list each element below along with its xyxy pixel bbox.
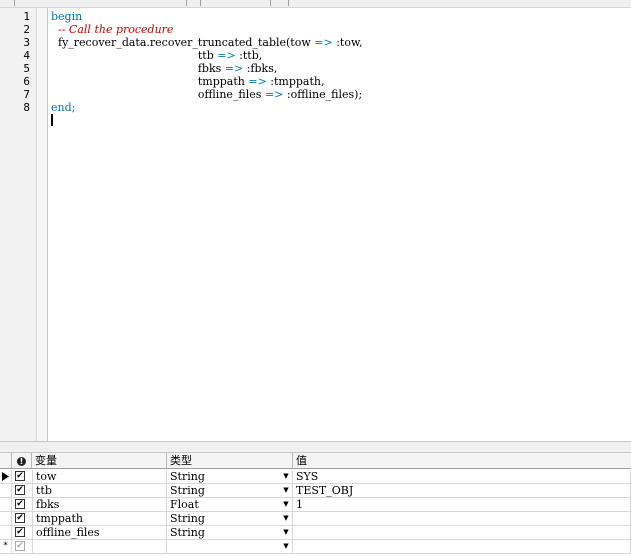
code-keyword: =>	[217, 49, 236, 62]
dropdown-arrow-icon[interactable]: ▼	[281, 470, 291, 483]
variable-cell[interactable]	[33, 540, 167, 553]
value-cell[interactable]	[293, 540, 631, 553]
variables-grid[interactable]: ! 变量 类型 值 ✔ tow String SYS ▼ ✔ ttb String TEST_O…	[0, 453, 631, 557]
type-cell[interactable]: String	[167, 512, 293, 525]
line-number: 7	[23, 88, 30, 101]
sql-editor[interactable]: 12345678 begin -- Call the procedure fy_…	[0, 8, 631, 441]
dropdown-arrow-icon[interactable]: ▼	[281, 526, 291, 539]
type-cell[interactable]: Float	[167, 498, 293, 511]
dropdown-arrow-icon[interactable]: ▼	[281, 540, 291, 553]
code-text: :offline_files);	[283, 88, 363, 101]
code-text: :tow,	[332, 36, 363, 49]
line-number: 5	[23, 62, 30, 75]
code-keyword: =>	[314, 36, 333, 49]
enabled-checkbox[interactable]: ✔	[15, 485, 25, 495]
info-icon: !	[17, 457, 26, 466]
variable-cell[interactable]: tmppath	[33, 512, 167, 525]
enabled-checkbox[interactable]: ✔	[15, 471, 25, 481]
code-text: ttb	[51, 49, 218, 62]
row-indicator	[0, 498, 12, 511]
line-number: 2	[23, 23, 30, 36]
enabled-column-header[interactable]: !	[12, 453, 32, 468]
code-line[interactable]: begin	[51, 10, 82, 23]
dropdown-arrow-icon[interactable]: ▼	[281, 498, 291, 511]
type-cell[interactable]: String	[167, 526, 293, 539]
type-column-header[interactable]: 类型	[167, 453, 293, 468]
code-text: offline_files	[51, 88, 265, 101]
code-text: fbks	[51, 62, 225, 75]
dropdown-arrow-icon[interactable]: ▼	[281, 484, 291, 497]
code-line[interactable]: fbks => :fbks,	[51, 62, 278, 75]
variable-cell[interactable]: ttb	[33, 484, 167, 497]
enabled-checkbox[interactable]: ✔	[15, 527, 25, 537]
code-text: :ttb,	[235, 49, 263, 62]
row-indicator-header	[0, 453, 12, 468]
row-indicator	[0, 484, 12, 497]
pane-splitter[interactable]	[0, 441, 631, 453]
code-keyword: =>	[264, 88, 284, 101]
code-line[interactable]: -- Call the procedure	[51, 23, 173, 36]
table-row[interactable]: ✔ ttb String TEST_OBJ ▼	[0, 484, 631, 498]
new-row-asterisk-icon: *	[0, 540, 12, 553]
type-cell[interactable]: String	[167, 484, 293, 497]
code-text: tmppath	[51, 75, 249, 88]
line-number: 6	[23, 75, 30, 88]
tab-divider	[186, 0, 187, 6]
code-line[interactable]: ttb => :ttb,	[51, 49, 262, 62]
enabled-checkbox[interactable]: ✔	[15, 499, 25, 509]
code-text: fy_recover_data.recover_truncated_table(…	[51, 36, 315, 49]
variable-cell[interactable]: fbks	[33, 498, 167, 511]
line-number: 1	[23, 10, 30, 23]
variable-column-header[interactable]: 变量	[32, 453, 167, 468]
gutter-divider	[47, 8, 48, 441]
code-line[interactable]: fy_recover_data.recover_truncated_table(…	[51, 36, 363, 49]
tab-divider	[14, 0, 15, 6]
row-indicator	[0, 512, 12, 525]
current-row-arrow-icon	[0, 470, 12, 483]
code-line[interactable]: tmppath => :tmppath,	[51, 75, 325, 88]
code-line[interactable]: end;	[51, 101, 75, 114]
code-text: :tmppath,	[266, 75, 325, 88]
table-row[interactable]: ✔ tmppath String ▼	[0, 512, 631, 526]
code-keyword: =>	[248, 75, 267, 88]
code-keyword: end;	[51, 101, 76, 114]
value-cell[interactable]	[293, 526, 631, 539]
code-text: :fbks,	[243, 62, 278, 75]
enabled-checkbox[interactable]: ✔	[15, 513, 25, 523]
value-cell[interactable]: 1	[293, 498, 631, 511]
enabled-checkbox[interactable]: ✔	[15, 541, 25, 551]
table-row[interactable]: ✔ offline_files String ▼	[0, 526, 631, 540]
code-keyword: =>	[224, 62, 244, 75]
text-caret	[51, 114, 53, 126]
line-number: 4	[23, 49, 30, 62]
tab-divider	[288, 0, 289, 6]
value-cell[interactable]: TEST_OBJ	[293, 484, 631, 497]
table-row[interactable]: ✔ tow String SYS ▼	[0, 470, 631, 484]
new-row[interactable]: * ✔ ▼	[0, 540, 631, 554]
row-indicator	[0, 526, 12, 539]
value-column-header[interactable]: 值	[293, 453, 631, 468]
dropdown-arrow-icon[interactable]: ▼	[281, 512, 291, 525]
value-cell[interactable]: SYS	[293, 470, 631, 483]
tab-divider	[270, 0, 271, 6]
variable-cell[interactable]: offline_files	[33, 526, 167, 539]
type-cell[interactable]	[167, 540, 293, 553]
line-number: 8	[23, 101, 30, 114]
variable-cell[interactable]: tow	[33, 470, 167, 483]
line-number: 3	[23, 36, 30, 49]
fold-margin	[37, 8, 47, 441]
value-cell[interactable]	[293, 512, 631, 525]
code-comment: -- Call the procedure	[58, 23, 174, 36]
top-tab-strip	[0, 0, 631, 8]
code-line[interactable]: offline_files => :offline_files);	[51, 88, 362, 101]
code-keyword: begin	[51, 10, 83, 23]
grid-header: ! 变量 类型 值	[0, 453, 631, 469]
tab-divider	[200, 0, 201, 6]
type-cell[interactable]: String	[167, 470, 293, 483]
table-row[interactable]: ✔ fbks Float 1 ▼	[0, 498, 631, 512]
